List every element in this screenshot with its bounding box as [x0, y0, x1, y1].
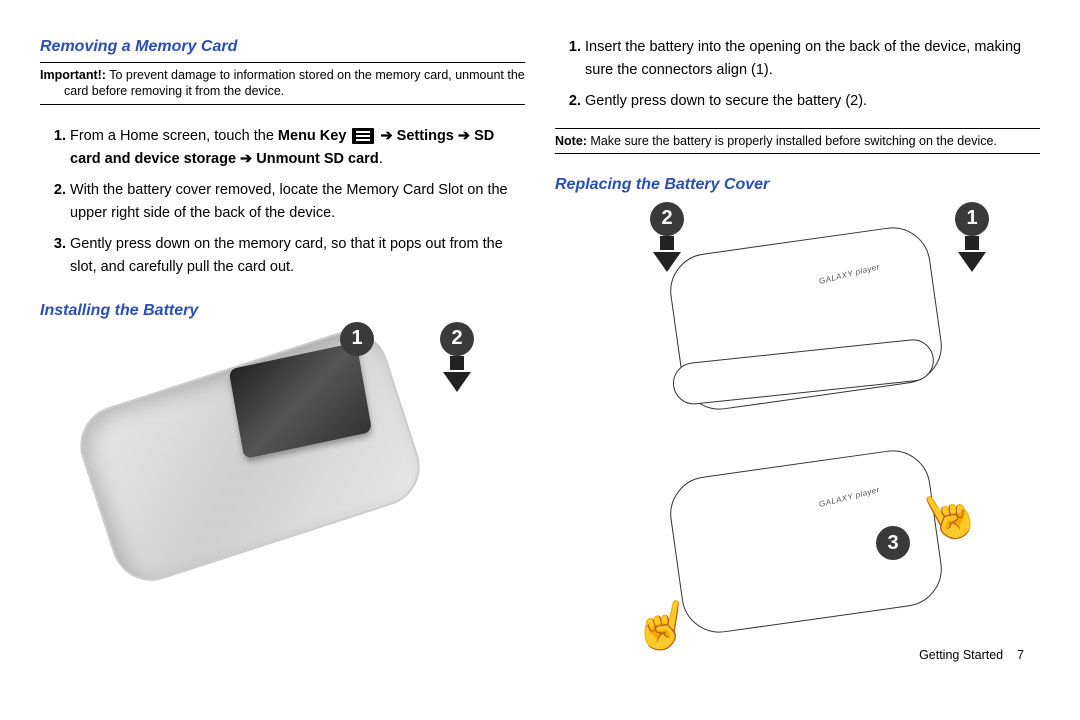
- left-column: Removing a Memory Card Important!: To pr…: [40, 30, 525, 660]
- step1-unmount: Unmount SD card: [256, 151, 378, 167]
- arrow-down-icon: [450, 356, 464, 370]
- callout-1: 1: [955, 202, 989, 236]
- step1-menu-key: Menu Key: [278, 128, 347, 144]
- step-2: With the battery cover removed, locate t…: [70, 179, 525, 225]
- arrow-down-icon: [958, 252, 986, 272]
- footer-section: Getting Started: [919, 648, 1003, 662]
- important-text: To prevent damage to information stored …: [64, 68, 525, 98]
- step1-end: .: [379, 151, 383, 167]
- note-box: Note: Make sure the battery is properly …: [555, 128, 1040, 154]
- step-1: From a Home screen, touch the Menu Key ➔…: [70, 125, 525, 171]
- arrow-down-icon: [965, 236, 979, 250]
- callout-3: 3: [876, 526, 910, 560]
- arrow-icon: ➔: [376, 128, 396, 144]
- note-label: Note:: [555, 134, 587, 148]
- callout-2: 2: [440, 322, 474, 356]
- page-footer: Getting Started 7: [919, 648, 1024, 662]
- arrow-down-icon: [443, 372, 471, 392]
- arrow-down-icon: [653, 252, 681, 272]
- install-battery-steps: Insert the battery into the opening on t…: [555, 36, 1040, 122]
- important-note: Important!: To prevent damage to informa…: [40, 62, 525, 105]
- manual-page: Removing a Memory Card Important!: To pr…: [0, 0, 1080, 680]
- device-top-illustration: GALAXY player: [665, 222, 946, 414]
- arrow-icon: ➔: [454, 128, 474, 144]
- device-illustration: [70, 321, 430, 591]
- step-3: Gently press down on the memory card, so…: [70, 233, 525, 279]
- removing-steps: From a Home screen, touch the Menu Key ➔…: [40, 125, 525, 288]
- hand-left-icon: ☝: [629, 597, 696, 655]
- figure-install-battery: 1 2: [40, 326, 525, 660]
- important-label: Important!:: [40, 68, 106, 82]
- note-text: Make sure the battery is properly instal…: [587, 134, 997, 148]
- callout-2: 2: [650, 202, 684, 236]
- right-column: Insert the battery into the opening on t…: [555, 30, 1040, 660]
- device-brand-label: GALAXY player: [818, 485, 881, 509]
- step1-pre: From a Home screen, touch the: [70, 128, 278, 144]
- footer-page-number: 7: [1017, 648, 1024, 662]
- device-brand-label: GALAXY player: [818, 262, 881, 286]
- arrow-down-icon: [660, 236, 674, 250]
- callout-1: 1: [340, 322, 374, 356]
- step-1: Insert the battery into the opening on t…: [585, 36, 1040, 82]
- figure-replace-cover: GALAXY player 2 1 GALAXY player ☝: [555, 200, 1040, 660]
- heading-installing-battery: Installing the Battery: [40, 302, 525, 320]
- menu-key-icon: [352, 128, 374, 144]
- heading-removing-memory-card: Removing a Memory Card: [40, 38, 525, 56]
- arrow-icon: ➔: [236, 151, 256, 167]
- step1-settings: Settings: [397, 128, 454, 144]
- heading-replacing-cover: Replacing the Battery Cover: [555, 176, 1040, 194]
- step-2: Gently press down to secure the battery …: [585, 90, 1040, 113]
